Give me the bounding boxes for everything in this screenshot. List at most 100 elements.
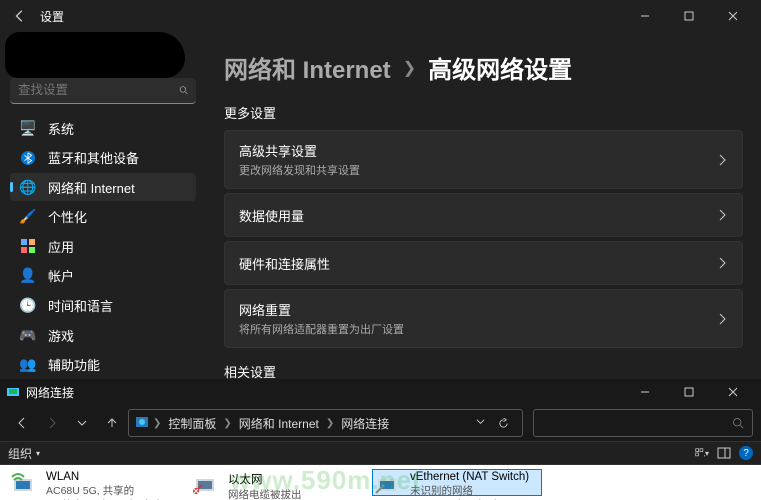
connection-name: vEthernet (NAT Switch) xyxy=(410,471,540,483)
address-bar[interactable]: ❯ 控制面板 ❯ 网络和 Internet ❯ 网络连接 xyxy=(128,409,523,437)
control-panel-icon xyxy=(135,415,149,432)
card-data-usage[interactable]: 数据使用量 xyxy=(224,193,743,237)
address-segment[interactable]: 网络和 Internet xyxy=(236,413,322,434)
section-more-settings: 更多设置 xyxy=(224,103,743,122)
address-segment[interactable]: 网络连接 xyxy=(338,413,392,434)
settings-titlebar: 设置 xyxy=(0,0,761,32)
address-dropdown[interactable] xyxy=(475,416,486,430)
nav-label: 帐户 xyxy=(48,266,74,285)
account-icon: 👤 xyxy=(20,268,36,284)
nav-back-button[interactable] xyxy=(8,409,36,437)
explorer-window: 网络连接 ❯ 控制面板 ❯ 网络和 Internet ❯ 网络连接 组织▾ xyxy=(0,379,761,500)
close-button[interactable] xyxy=(711,1,755,31)
nav-network[interactable]: 🌐 网络和 Internet xyxy=(10,173,196,202)
wifi-icon xyxy=(10,471,40,499)
profile-redacted xyxy=(5,32,185,78)
ethernet-icon xyxy=(192,471,222,499)
gamepad-icon: 🎮 xyxy=(20,327,36,343)
profile-area[interactable] xyxy=(10,32,196,74)
breadcrumb-parent[interactable]: 网络和 Internet xyxy=(224,50,391,85)
search-icon xyxy=(179,83,188,97)
back-button[interactable] xyxy=(6,2,34,30)
minimize-button[interactable] xyxy=(623,1,667,31)
card-advanced-sharing[interactable]: 高级共享设置更改网络发现和共享设置 xyxy=(224,130,743,189)
card-hardware-props[interactable]: 硬件和连接属性 xyxy=(224,241,743,285)
nav-label: 网络和 Internet xyxy=(48,178,135,197)
chevron-right-icon xyxy=(716,154,728,166)
explorer-titlebar: 网络连接 xyxy=(0,379,761,405)
settings-main: 网络和 Internet ❯ 高级网络设置 更多设置 高级共享设置更改网络发现和… xyxy=(206,32,761,379)
nav-label: 时间和语言 xyxy=(48,296,113,315)
nav-label: 辅助功能 xyxy=(48,355,100,374)
card-subtitle: 将所有网络适配器重置为出厂设置 xyxy=(239,321,716,337)
nav-bluetooth[interactable]: 蓝牙和其他设备 xyxy=(10,143,196,172)
bluetooth-icon xyxy=(20,150,36,166)
preview-pane-button[interactable] xyxy=(717,446,731,460)
network-icon: 🌐 xyxy=(20,179,36,195)
nav-label: 个性化 xyxy=(48,207,87,226)
settings-window: 设置 🖥️ 系统 蓝牙和其他设备 🌐 网络和 Internet 🖌️ 个性化 应用 👤… xyxy=(0,0,761,379)
brush-icon: 🖌️ xyxy=(20,209,36,225)
explorer-navbar: ❯ 控制面板 ❯ 网络和 Internet ❯ 网络连接 xyxy=(0,405,761,441)
nav-accounts[interactable]: 👤 帐户 xyxy=(10,262,196,291)
explorer-search-box[interactable] xyxy=(533,409,753,437)
breadcrumb: 网络和 Internet ❯ 高级网络设置 xyxy=(224,50,743,85)
connection-status: 未识别的网络 xyxy=(410,483,540,498)
connection-ethernet[interactable]: 以太网 网络电缆被拔出 Intel(R) Ethernet Connection… xyxy=(190,469,360,496)
accessibility-icon: 👥 xyxy=(20,357,36,373)
maximize-button[interactable] xyxy=(667,1,711,31)
connections-pane[interactable]: www.590m.net WLAN AC68U 5G, 共享的 Intel(R)… xyxy=(0,465,761,500)
nav-history-dropdown[interactable] xyxy=(68,409,96,437)
search-icon xyxy=(732,417,744,429)
nav-personalization[interactable]: 🖌️ 个性化 xyxy=(10,202,196,231)
connection-name: WLAN xyxy=(46,471,176,483)
chevron-right-icon xyxy=(716,209,728,221)
connection-vethernet[interactable]: vEthernet (NAT Switch) 未识别的网络 Hyper-V Vi… xyxy=(372,469,542,496)
chevron-right-icon xyxy=(716,313,728,325)
vethernet-icon xyxy=(374,471,404,499)
window-controls xyxy=(623,1,755,31)
search-box[interactable] xyxy=(10,78,196,104)
connection-status: AC68U 5G, 共享的 xyxy=(46,483,176,498)
settings-sidebar: 🖥️系统 蓝牙和其他设备 🌐网络和 Internet 🖌️个性化 应用 👤帐户 … xyxy=(0,32,206,379)
nav-accessibility[interactable]: 👥 辅助功能 xyxy=(10,350,196,379)
chevron-right-icon: ❯ xyxy=(326,418,334,429)
nav-forward-button[interactable] xyxy=(38,409,66,437)
maximize-button[interactable] xyxy=(667,377,711,407)
close-button[interactable] xyxy=(711,377,755,407)
minimize-button[interactable] xyxy=(623,377,667,407)
card-subtitle: 更改网络发现和共享设置 xyxy=(239,162,716,178)
network-connections-icon xyxy=(6,385,20,399)
nav-label: 应用 xyxy=(48,237,74,256)
chevron-right-icon: ❯ xyxy=(223,418,231,429)
clock-icon: 🕒 xyxy=(20,297,36,313)
card-title: 网络重置 xyxy=(239,300,716,319)
apps-icon xyxy=(20,238,36,254)
card-network-reset[interactable]: 网络重置将所有网络适配器重置为出厂设置 xyxy=(224,289,743,348)
nav-label: 游戏 xyxy=(48,326,74,345)
view-options-button[interactable]: ▾ xyxy=(695,446,709,460)
nav-list: 🖥️系统 蓝牙和其他设备 🌐网络和 Internet 🖌️个性化 应用 👤帐户 … xyxy=(10,114,196,379)
nav-apps[interactable]: 应用 xyxy=(10,232,196,261)
card-title: 数据使用量 xyxy=(239,206,716,225)
connection-wlan[interactable]: WLAN AC68U 5G, 共享的 Intel(R) Dual Band Wi… xyxy=(8,469,178,496)
nav-up-button[interactable] xyxy=(98,409,126,437)
more-settings-list: 高级共享设置更改网络发现和共享设置 数据使用量 硬件和连接属性 网络重置将所有网… xyxy=(224,130,743,348)
nav-time-language[interactable]: 🕒 时间和语言 xyxy=(10,291,196,320)
chevron-right-icon: ❯ xyxy=(153,418,161,429)
settings-title: 设置 xyxy=(40,8,64,25)
system-icon: 🖥️ xyxy=(20,120,36,136)
help-button[interactable]: ? xyxy=(739,446,753,460)
nav-gaming[interactable]: 🎮 游戏 xyxy=(10,321,196,350)
explorer-title: 网络连接 xyxy=(26,384,74,401)
nav-system[interactable]: 🖥️ 系统 xyxy=(10,114,196,143)
search-input[interactable] xyxy=(18,83,179,97)
refresh-button[interactable] xyxy=(490,418,516,429)
breadcrumb-current: 高级网络设置 xyxy=(428,50,572,85)
card-title: 硬件和连接属性 xyxy=(239,254,716,273)
connection-name: 以太网 xyxy=(228,471,358,487)
nav-label: 系统 xyxy=(48,119,74,138)
organize-menu[interactable]: 组织▾ xyxy=(8,445,40,462)
connection-status: 网络电缆被拔出 xyxy=(228,487,358,500)
address-segment[interactable]: 控制面板 xyxy=(165,413,219,434)
